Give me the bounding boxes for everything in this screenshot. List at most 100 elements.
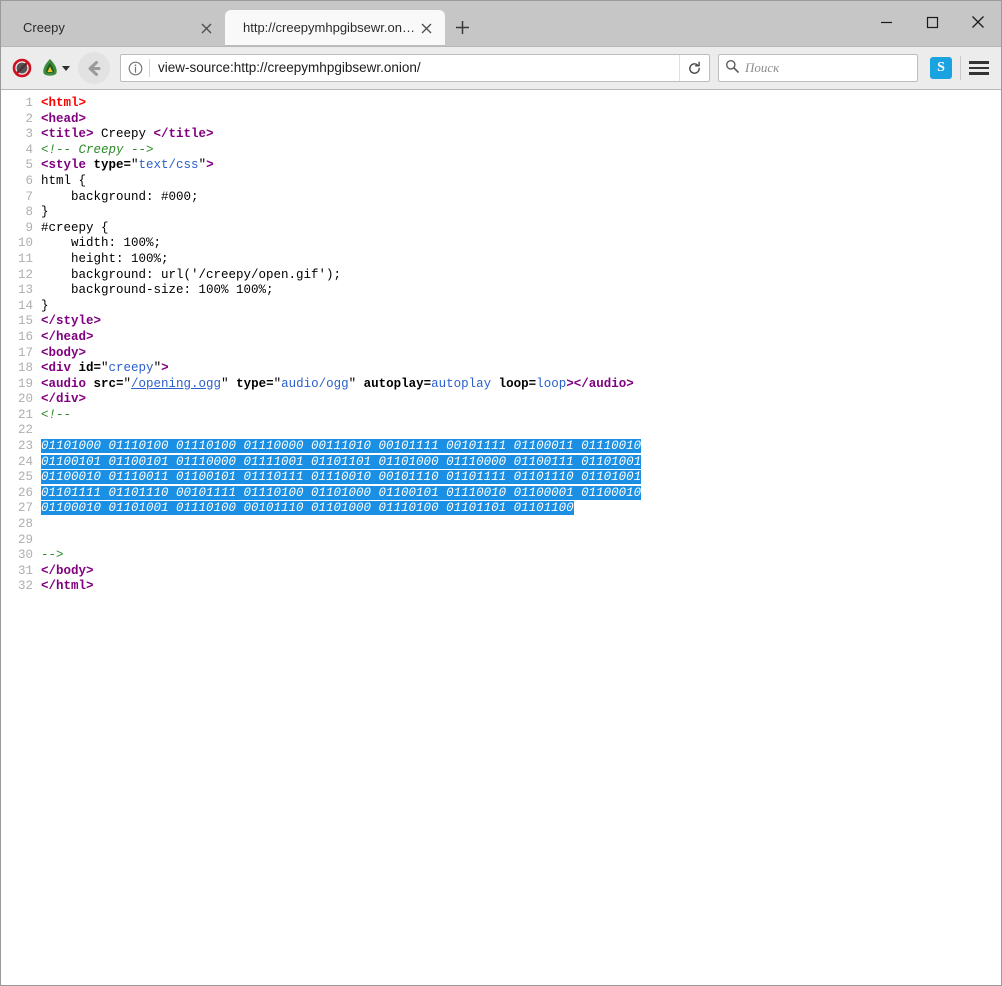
code-token: <html>: [41, 96, 86, 110]
line-number: 24: [1, 455, 41, 471]
code-token: -->: [41, 548, 64, 562]
url-text[interactable]: view-source:http://creepymhpgibsewr.onio…: [150, 55, 679, 81]
line-code: background-size: 100% 100%;: [41, 283, 274, 299]
source-line: 16</head>: [1, 330, 1001, 346]
line-code: #creepy {: [41, 221, 109, 237]
code-token: <audio: [41, 377, 86, 391]
site-info-icon[interactable]: [121, 55, 149, 81]
code-token: ": [199, 158, 207, 172]
tab-close-icon[interactable]: [415, 17, 437, 39]
line-number: 19: [1, 377, 41, 393]
code-token: <head>: [41, 112, 86, 126]
line-number: 2: [1, 112, 41, 128]
line-number: 25: [1, 470, 41, 486]
selected-binary-text: 01100101 01100101 01110000 01111001 0110…: [41, 455, 641, 469]
source-line: 2701100010 01101001 01110100 00101110 01…: [1, 501, 1001, 517]
search-bar[interactable]: Поиск: [718, 54, 918, 82]
line-number: 10: [1, 236, 41, 252]
code-token: </style>: [41, 314, 101, 328]
line-number: 18: [1, 361, 41, 377]
code-token: </div>: [41, 392, 86, 406]
line-code: 01100010 01110011 01100101 01110111 0111…: [41, 470, 641, 486]
search-input[interactable]: Поиск: [745, 60, 779, 76]
line-code: <!-- Creepy -->: [41, 143, 154, 159]
back-button[interactable]: [78, 52, 110, 84]
view-source-content[interactable]: 1<html>2<head>3<title> Creepy </title>4<…: [1, 90, 1001, 985]
torbutton-icon[interactable]: [39, 57, 70, 79]
line-number: 12: [1, 268, 41, 284]
navigation-toolbar: view-source:http://creepymhpgibsewr.onio…: [1, 46, 1001, 90]
code-token: background: url('/creepy/open.gif');: [41, 268, 341, 282]
line-code: }: [41, 205, 49, 221]
code-token: <style: [41, 158, 86, 172]
code-token: height: 100%;: [41, 252, 169, 266]
source-line: 7 background: #000;: [1, 190, 1001, 206]
code-token: }: [41, 205, 49, 219]
url-bar[interactable]: view-source:http://creepymhpgibsewr.onio…: [120, 54, 710, 82]
code-token: </title>: [154, 127, 214, 141]
tab-creepy[interactable]: Creepy: [5, 10, 225, 46]
browser-window: Creepy http://creepymhpgibsewr.oni...: [0, 0, 1002, 986]
source-line: 5<style type="text/css">: [1, 158, 1001, 174]
code-token: audio/ogg: [281, 377, 349, 391]
line-code: [41, 533, 49, 549]
line-code: <div id="creepy">: [41, 361, 169, 377]
code-token: <!--: [41, 408, 71, 422]
search-icon: [725, 59, 739, 78]
line-code: <html>: [41, 96, 86, 112]
line-number: 1: [1, 96, 41, 112]
line-code: <!--: [41, 408, 71, 424]
toolbar-divider: [960, 56, 961, 80]
line-number: 9: [1, 221, 41, 237]
tab-close-icon[interactable]: [195, 17, 217, 39]
minimize-button[interactable]: [863, 1, 909, 43]
window-controls: [863, 1, 1001, 43]
reload-icon[interactable]: [679, 55, 709, 81]
line-number: 4: [1, 143, 41, 159]
source-line: 2<head>: [1, 112, 1001, 128]
line-code: <body>: [41, 346, 86, 362]
source-line: 6html {: [1, 174, 1001, 190]
line-number: 27: [1, 501, 41, 517]
code-token: Creepy: [94, 127, 154, 141]
line-code: [41, 517, 49, 533]
line-code: </body>: [41, 564, 94, 580]
line-code: background: #000;: [41, 190, 199, 206]
line-number: 8: [1, 205, 41, 221]
code-token: </html>: [41, 579, 94, 593]
new-tab-button[interactable]: [445, 10, 479, 44]
line-number: 32: [1, 579, 41, 595]
chevron-down-icon: [62, 66, 70, 71]
line-code: }: [41, 299, 49, 315]
close-button[interactable]: [955, 1, 1001, 43]
tab-view-source[interactable]: http://creepymhpgibsewr.oni...: [225, 10, 445, 46]
menu-icon[interactable]: [969, 54, 995, 82]
source-line: 3<title> Creepy </title>: [1, 127, 1001, 143]
line-number: 28: [1, 517, 41, 533]
source-line: 2401100101 01100101 01110000 01111001 01…: [1, 455, 1001, 471]
maximize-button[interactable]: [909, 1, 955, 43]
noscript-icon[interactable]: [7, 53, 37, 83]
line-number: 20: [1, 392, 41, 408]
code-token: ": [131, 158, 139, 172]
source-line: 29: [1, 533, 1001, 549]
source-line: 4<!-- Creepy -->: [1, 143, 1001, 159]
code-token: loop=: [491, 377, 536, 391]
code-token: <body>: [41, 346, 86, 360]
line-number: 16: [1, 330, 41, 346]
code-token: </head>: [41, 330, 94, 344]
line-number: 29: [1, 533, 41, 549]
source-line: 2301101000 01110100 01110100 01110000 00…: [1, 439, 1001, 455]
code-token: }: [41, 299, 49, 313]
line-code: 01100101 01100101 01110000 01111001 0110…: [41, 455, 641, 471]
line-number: 22: [1, 423, 41, 439]
line-code: <audio src="/opening.ogg" type="audio/og…: [41, 377, 634, 393]
code-token: background: #000;: [41, 190, 199, 204]
source-line: 30-->: [1, 548, 1001, 564]
line-code: -->: [41, 548, 64, 564]
line-code: </style>: [41, 314, 101, 330]
line-number: 3: [1, 127, 41, 143]
code-token: >: [161, 361, 169, 375]
line-number: 23: [1, 439, 41, 455]
skype-icon[interactable]: S: [930, 57, 952, 79]
